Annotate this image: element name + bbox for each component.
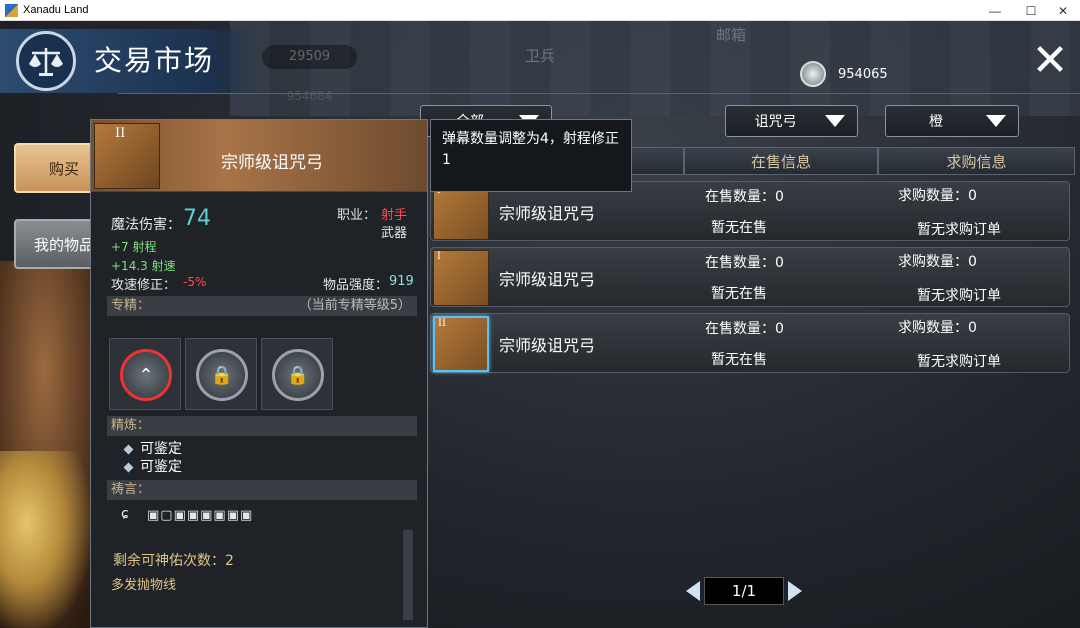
sale-count: 在售数量：0: [705, 321, 784, 337]
refine-text: 可鉴定: [140, 441, 182, 457]
currency-display: 954065: [800, 59, 928, 89]
table-row[interactable]: I 宗师级诅咒弓 在售数量：0 暂无在售 求购数量：0 暂无求购订单: [430, 247, 1070, 307]
buy-status: 暂无求购订单: [917, 222, 1001, 238]
buy-count: 求购数量：0: [898, 254, 977, 270]
blessings-remaining: 剩余可神佑次数：2: [113, 553, 234, 569]
market-scale-icon: [16, 31, 76, 91]
skill-slot-1[interactable]: ⌃: [109, 338, 181, 410]
specialty-section: 专精： （当前专精等级5）: [107, 296, 417, 316]
item-strength-label: 物品强度：: [323, 278, 389, 293]
table-row[interactable]: II 宗师级诅咒弓 在售数量：0 暂无在售 求购数量：0 暂无求购订单: [430, 313, 1070, 373]
sale-status: 暂无在售: [711, 286, 767, 302]
refine-item-1: 可鉴定: [123, 438, 182, 458]
skill-slot-2[interactable]: 🔒: [185, 338, 257, 410]
detail-scrollbar[interactable]: [403, 530, 413, 620]
prayer-icon: ɕ: [121, 506, 129, 522]
sale-count: 在售数量：0: [705, 189, 784, 205]
item-detail-panel: II 宗师级诅咒弓 魔法伤害： 74 职业： 射手 武器 +7 射程 +14.3…: [90, 119, 428, 628]
tier-badge: II: [115, 126, 126, 141]
lock-icon: 🔒: [272, 349, 324, 401]
bow-icon: I: [433, 250, 489, 306]
background-label-mail: 邮箱: [716, 26, 747, 44]
detail-footer: 多发抛物线: [111, 578, 177, 593]
refine-text: 可鉴定: [140, 459, 182, 475]
detail-header: II 宗师级诅咒弓: [91, 120, 427, 192]
attack-speed-value: -5%: [183, 275, 207, 289]
stat-speed: +14.3 射速: [111, 259, 176, 273]
quality-dropdown-value: 橙: [929, 114, 943, 130]
item-type-dropdown-value: 诅咒弓: [754, 114, 797, 130]
lock-icon: 🔒: [196, 349, 248, 401]
page-indicator: 1/1: [704, 577, 784, 605]
buy-status: 暂无求购订单: [917, 288, 1001, 304]
next-page-icon[interactable]: [788, 581, 802, 601]
buy-count: 求购数量：0: [898, 320, 977, 336]
item-name: 宗师级诅咒弓: [499, 270, 596, 289]
magic-damage-label: 魔法伤害：: [111, 217, 181, 233]
bow-icon: I: [433, 184, 489, 240]
chevron-down-icon: [986, 115, 1006, 127]
skill-slot-3[interactable]: 🔒: [261, 338, 333, 410]
buy-count: 求购数量：0: [898, 188, 977, 204]
prayer-glyphs: ▣▢▣▣▣▣▣▣: [147, 508, 254, 523]
background-city: [230, 21, 1080, 116]
item-name: 宗师级诅咒弓: [499, 204, 596, 223]
class-value: 射手: [381, 208, 408, 223]
currency-amount: 954065: [838, 66, 888, 82]
close-window-button[interactable]: ✕: [1046, 0, 1080, 21]
window-titlebar: Xanadu Land — ☐ ✕: [0, 0, 1080, 21]
header-divider: [118, 93, 1080, 94]
detail-title: 宗师级诅咒弓: [221, 153, 323, 173]
tier-badge: I: [437, 251, 441, 262]
bow-icon: II: [94, 123, 160, 189]
tooltip: 弹幕数量调整为4，射程修正1: [430, 119, 632, 192]
window-title: Xanadu Land: [23, 4, 89, 16]
chevron-down-icon: [825, 115, 845, 127]
close-icon[interactable]: ✕: [1030, 39, 1070, 83]
maximize-button[interactable]: ☐: [1014, 0, 1048, 21]
page-title: 交易市场: [94, 44, 215, 77]
column-header-buy: 求购信息: [878, 147, 1075, 175]
tier-badge: II: [438, 318, 446, 329]
column-header-sale: 在售信息: [684, 147, 878, 175]
diamond-icon: [123, 444, 134, 455]
attack-speed-label: 攻速修正：: [111, 278, 177, 293]
sale-status: 暂无在售: [711, 220, 767, 236]
pagination: 1/1: [686, 577, 806, 605]
item-name: 宗师级诅咒弓: [499, 336, 596, 355]
background-number-2: 954684: [286, 89, 333, 103]
coin-icon: [800, 61, 826, 87]
bow-icon: II: [433, 316, 489, 372]
minimize-button[interactable]: —: [978, 0, 1012, 21]
refine-section: 精炼：: [107, 416, 417, 436]
diamond-icon: [123, 462, 134, 473]
background-number: 29509: [262, 45, 357, 69]
magic-damage-value: 74: [183, 206, 211, 231]
specialty-label: 专精：: [111, 298, 151, 313]
refine-item-2: 可鉴定: [123, 456, 182, 476]
prev-page-icon[interactable]: [686, 581, 700, 601]
sale-count: 在售数量：0: [705, 255, 784, 271]
game-view: 29509 954684 卫兵 邮箱 交易市场 954065 ✕ 购买 我的物品…: [0, 21, 1080, 628]
app-icon: [5, 3, 18, 17]
class-label: 职业：: [337, 208, 377, 223]
buy-status: 暂无求购订单: [917, 354, 1001, 370]
item-strength-value: 919: [389, 274, 414, 289]
quality-dropdown[interactable]: 橙: [885, 105, 1019, 137]
background-character-girl: [0, 451, 90, 628]
specialty-note: （当前专精等级5）: [298, 298, 411, 313]
prayer-section: 祷言：: [107, 480, 417, 500]
skill-icon: ⌃: [120, 349, 172, 401]
stat-range: +7 射程: [111, 240, 157, 254]
background-label-guard: 卫兵: [525, 47, 556, 65]
item-type: 武器: [381, 226, 408, 241]
sale-status: 暂无在售: [711, 352, 767, 368]
item-type-dropdown[interactable]: 诅咒弓: [725, 105, 858, 137]
